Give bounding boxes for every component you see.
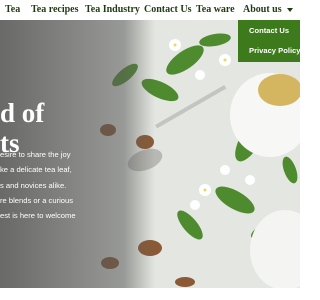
hero-text-line: ke a delicate tea leaf, [0,165,72,175]
hero-text-line: esire to share the joy [0,150,71,159]
nav-item-tea-ware[interactable]: Tea ware [196,4,235,15]
nav-item-about-us[interactable]: About us [243,4,293,15]
about-us-dropdown-menu: Contact Us Privacy Policy [238,20,301,62]
hero-text-line: re blends or a curious [0,195,74,205]
nav-item-contact-us[interactable]: Contact Us [144,4,192,15]
nav-item-tea-industry[interactable]: Tea Industry [85,4,140,15]
hero-text-line: s and novices alike. [0,180,67,190]
top-navigation: Tea Tea recipes Tea Industry Contact Us … [0,0,300,20]
dropdown-item-contact-us[interactable]: Contact Us [249,26,289,35]
nav-item-tea-recipes[interactable]: Tea recipes [31,4,79,15]
dropdown-item-privacy-policy[interactable]: Privacy Policy [249,46,301,55]
hero-heading-line: d of [0,98,45,128]
hero-description: esire to share the joy ke a delicate tea… [0,147,160,223]
hero-text-line: est is here to welcome [0,211,76,221]
chevron-down-icon [286,7,293,12]
nav-item-about-us-label: About us [243,4,282,15]
nav-item-tea[interactable]: Tea [5,4,20,15]
page-bottom-strip [0,288,300,300]
